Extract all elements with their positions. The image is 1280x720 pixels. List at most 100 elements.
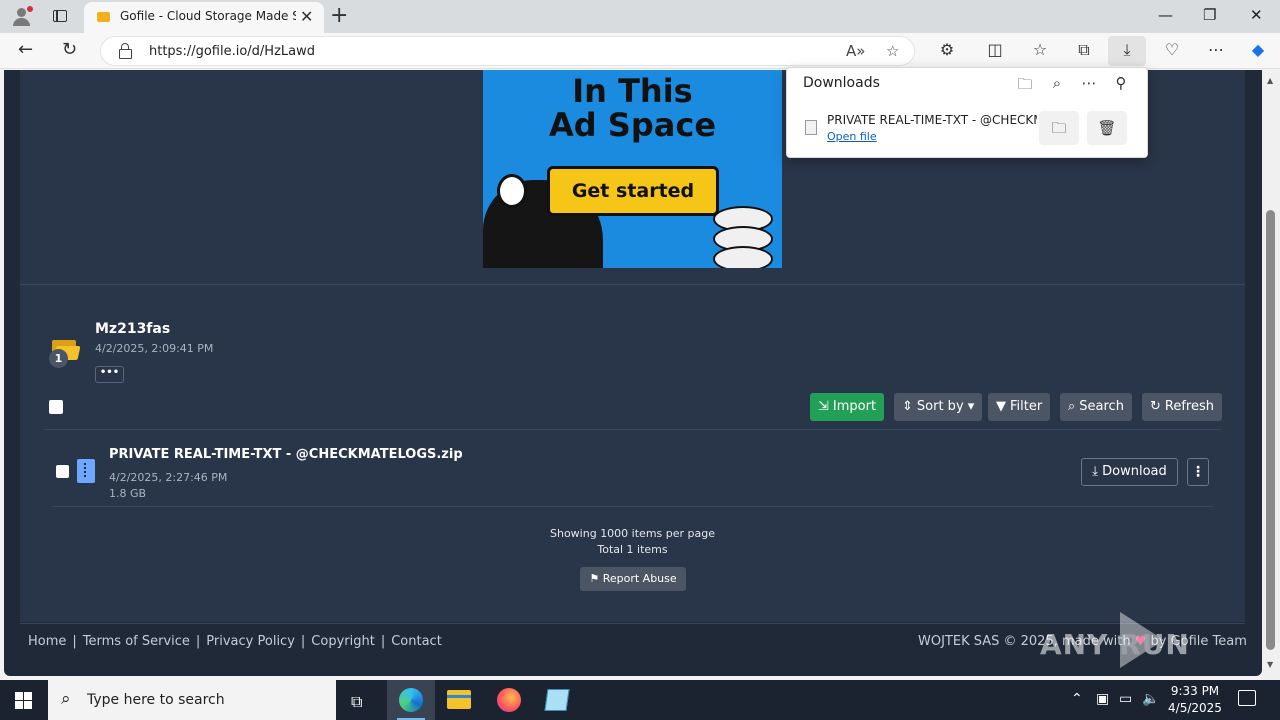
delete-icon[interactable]: 🗑 (1087, 111, 1127, 145)
taskbar-firefox[interactable] (485, 680, 533, 720)
extensions-icon[interactable]: ⚙ (934, 40, 960, 59)
folder-options-button[interactable]: ••• (95, 366, 124, 383)
new-tab-button[interactable]: + (330, 3, 348, 28)
downloads-icon[interactable]: ⤓ (1114, 40, 1140, 60)
zip-file-icon (77, 459, 95, 483)
anyrun-watermark: ANY RUN (1040, 606, 1236, 670)
downloads-title: Downloads (803, 75, 880, 91)
scroll-up-arrow-icon[interactable]: ▲ (1267, 76, 1273, 85)
read-aloud-icon[interactable]: A» (846, 42, 865, 60)
gofile-favicon-icon (97, 12, 110, 22)
open-file-link[interactable]: Open file (827, 130, 877, 143)
more-options-icon[interactable]: ⋯ (1079, 74, 1099, 92)
refresh-icon[interactable]: ↻ (62, 39, 77, 60)
footer-links: Home | Terms of Service | Privacy Policy | Cop… (28, 634, 442, 649)
footer-link-privacy[interactable]: Privacy Policy (206, 634, 295, 649)
refresh-label: Refresh (1164, 399, 1214, 414)
tray-chevron-up-icon[interactable]: ⌃ (1071, 691, 1083, 707)
footer-link-terms[interactable]: Terms of Service (83, 634, 190, 649)
notification-icon[interactable] (1238, 690, 1256, 706)
volume-icon[interactable]: 🔈 (1142, 691, 1159, 707)
file-document-icon (805, 120, 817, 135)
ad-line-1: In This (572, 72, 693, 110)
settings-more-icon[interactable]: ⋯ (1203, 40, 1229, 59)
refresh-button[interactable]: ↻ Refresh (1142, 393, 1222, 421)
import-label: Import (832, 399, 877, 414)
pin-icon[interactable]: ⚲ (1111, 74, 1131, 92)
search-downloads-icon[interactable]: ⌕ (1047, 74, 1067, 92)
browser-essentials-icon[interactable]: ♡ (1159, 40, 1185, 59)
close-window-button[interactable]: ✕ (1250, 6, 1263, 24)
filter-button[interactable]: ▼ Filter (988, 393, 1051, 421)
import-button[interactable]: ⇲ Import (810, 393, 885, 421)
sort-label: Sort by (916, 399, 964, 414)
advertisement-banner[interactable]: In This Ad Space Get started (483, 70, 782, 268)
download-item-name[interactable]: PRIVATE REAL-TIME-TXT - @CHECKMATELOGS.z… (827, 113, 1037, 127)
file-options-button[interactable]: ⋮ (1187, 458, 1209, 486)
table-divider (52, 506, 1213, 507)
favorite-star-icon[interactable]: ☆ (886, 42, 899, 60)
tab-close-icon[interactable]: ✕ (300, 7, 313, 26)
play-triangle-icon (1118, 612, 1164, 668)
report-abuse-button[interactable]: ⚑ Report Abuse (580, 567, 686, 591)
file-checkbox[interactable] (56, 465, 69, 478)
show-in-folder-icon[interactable]: 🗀 (1039, 111, 1079, 145)
downloads-panel: Downloads 🗀 ⌕ ⋯ ⚲ PRIVATE REAL-TIME-TXT … (786, 67, 1148, 158)
footer-link-contact[interactable]: Contact (391, 634, 442, 649)
taskbar-file-explorer[interactable] (435, 680, 483, 720)
restore-button[interactable]: ❐ (1203, 6, 1216, 24)
firefox-icon (497, 688, 521, 712)
lock-icon[interactable] (119, 43, 132, 59)
copilot-icon[interactable]: ◆ (1245, 40, 1271, 59)
ad-line-2: Ad Space (548, 106, 717, 144)
download-icon: ⤓ (1092, 464, 1103, 479)
import-icon: ⇲ (818, 399, 829, 414)
collections-icon[interactable]: ⧉ (1071, 40, 1097, 60)
scrollbar-thumb[interactable] (1266, 210, 1275, 650)
footer-link-copyright[interactable]: Copyright (311, 634, 375, 649)
taskbar-notepad[interactable] (533, 680, 581, 720)
network-icon[interactable]: ▭ (1119, 691, 1132, 707)
total-items-text: Total 1 items (597, 543, 668, 556)
footer-link-home[interactable]: Home (28, 634, 66, 649)
back-arrow-icon[interactable]: ← (18, 39, 33, 60)
taskbar-edge[interactable] (387, 680, 435, 720)
file-name-link[interactable]: PRIVATE REAL-TIME-TXT - @CHECKMATELOGS.z… (109, 447, 463, 462)
folder-count-badge: 1 (49, 349, 68, 368)
watermark-text: ANY RUN (1040, 628, 1190, 661)
scroll-down-arrow-icon[interactable]: ▼ (1267, 660, 1273, 669)
select-all-checkbox[interactable] (49, 400, 63, 414)
browser-tab[interactable]: Gofile - Cloud Storage Made Simple ✕ (84, 2, 324, 33)
file-size: 1.8 GB (109, 487, 147, 500)
file-explorer-icon (447, 690, 471, 709)
filter-label: Filter (1010, 399, 1043, 414)
profile-icon[interactable] (10, 5, 34, 27)
download-button[interactable]: ⤓ Download (1081, 458, 1178, 486)
search-icon: ⌕ (61, 689, 71, 709)
search-button[interactable]: ⌕ Search (1060, 393, 1132, 421)
tray-device-icon[interactable]: ▣ (1096, 691, 1109, 707)
ad-get-started-button[interactable]: Get started (547, 166, 719, 216)
sort-by-button[interactable]: ⇕ Sort by ▾ (894, 393, 983, 421)
tab-title: Gofile - Cloud Storage Made Simple (120, 9, 296, 23)
clock-time: 9:33 PM (1170, 684, 1220, 698)
taskbar: ⌕ Type here to search ⧉ ⌃ ▣ ▭ 🔈 9:33 PM … (0, 680, 1280, 720)
search-icon: ⌕ (1068, 399, 1076, 414)
url-text[interactable]: https://gofile.io/d/HzLawd (149, 44, 315, 59)
minimize-button[interactable]: — (1158, 6, 1173, 24)
split-screen-icon[interactable]: ◫ (982, 40, 1008, 59)
address-bar[interactable]: https://gofile.io/d/HzLawd A» ☆ (100, 36, 915, 66)
page-scrollbar[interactable]: ▲ ▼ (1262, 70, 1280, 680)
windows-start-icon[interactable] (15, 692, 32, 709)
clock-date: 4/5/2025 (1168, 701, 1222, 715)
taskbar-search-box[interactable]: ⌕ Type here to search (48, 680, 336, 720)
favorites-icon[interactable]: ☆ (1027, 40, 1053, 59)
task-view-icon[interactable]: ⧉ (351, 692, 362, 712)
tab-actions-icon[interactable] (50, 6, 70, 26)
ad-face (497, 174, 527, 208)
ad-coin (713, 246, 773, 268)
open-downloads-folder-icon[interactable]: 🗀 (1015, 74, 1035, 99)
section-divider (20, 284, 1245, 285)
flag-icon: ⚑ (589, 572, 603, 585)
taskbar-clock[interactable]: 9:33 PM 4/5/2025 (1160, 683, 1230, 717)
